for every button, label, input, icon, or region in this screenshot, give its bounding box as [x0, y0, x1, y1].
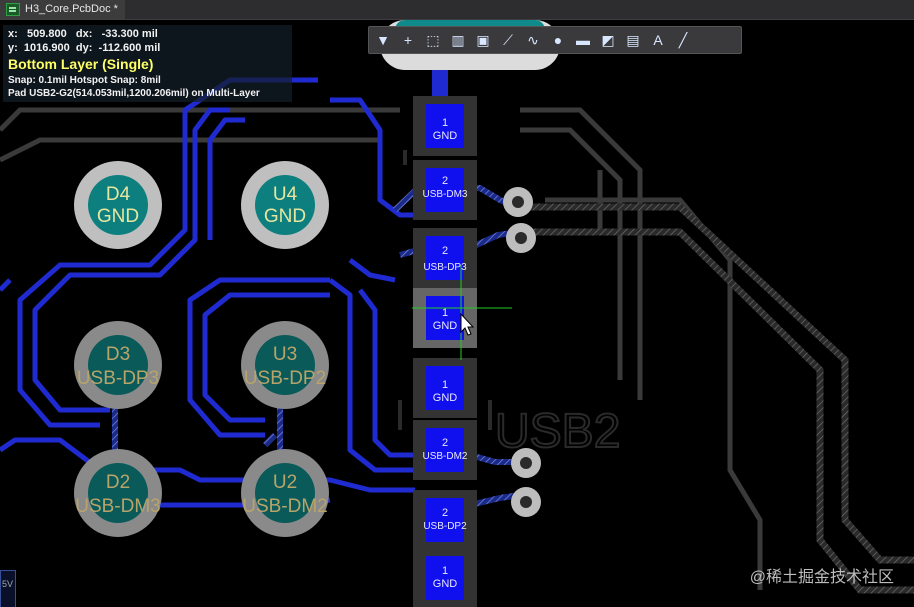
smd-pad-8: 1 GND	[413, 548, 477, 607]
chip-button[interactable]: ▣	[472, 29, 494, 51]
pad-u3: U3 USB-DP2	[241, 321, 329, 409]
align-button[interactable]: ▥	[447, 29, 469, 51]
via-button[interactable]: ●	[547, 29, 569, 51]
smd-pad-6-net: USB-DM2	[422, 451, 467, 462]
pad-d3-net: USB-DP3	[77, 368, 159, 389]
filter-button[interactable]: ▼	[372, 29, 394, 51]
chip-icon: ▣	[476, 31, 490, 48]
pad-d2-ref: D2	[106, 472, 130, 493]
smd-pad-4: 1 GND	[413, 288, 477, 348]
smd-pad-8-num: 1	[442, 565, 448, 577]
pad-d4-ref: D4	[106, 184, 131, 205]
dimension-button[interactable]: ▤	[622, 29, 644, 51]
smd-pad-2-net: USB-DM3	[422, 189, 467, 200]
document-tab[interactable]: H3_Core.PcbDoc *	[0, 0, 125, 19]
usb2-designator: USB2	[495, 405, 620, 458]
active-bar-toolbar: ▼ + ⬚ ▥ ▣ ⟋ ∿ ● ▬ ◩ ▤ A ╱	[368, 26, 742, 54]
select-rect-icon: ⬚	[426, 31, 440, 48]
smd-pad-6: 2 USB-DM2	[413, 420, 477, 480]
smd-pads[interactable]: 1 GND 2 USB-DM3 2 USB-DP3 1 GND 1 GND 2 …	[413, 96, 477, 607]
select-rect-button[interactable]: ⬚	[422, 29, 444, 51]
smd-pad-4-net: GND	[433, 320, 458, 332]
pad-d3: D3 USB-DP3	[74, 321, 162, 409]
cross-button[interactable]: +	[397, 29, 419, 51]
smd-pad-1: 1 GND	[413, 96, 477, 156]
pad-u2-ref: U2	[273, 472, 297, 493]
pad-d4: D4 GND	[74, 161, 162, 249]
smd-pad-2-num: 2	[442, 175, 448, 187]
pad-d2: D2 USB-DM3	[74, 449, 162, 537]
pcb-editor: H3_Core.PcbDoc * D4 GND U4 GND D3 USB-DP…	[0, 0, 914, 607]
watermark: @稀土掘金技术社区	[749, 569, 894, 586]
route-icon: ⟋	[503, 31, 513, 48]
corner-component: 5V	[0, 570, 16, 607]
fill-button[interactable]: ▬	[572, 29, 594, 51]
smd-pad-5: 1 GND	[413, 358, 477, 418]
filter-icon: ▼	[376, 32, 390, 48]
smd-pad-5-num: 1	[442, 379, 448, 391]
hud-layer: Bottom Layer (Single)	[8, 56, 154, 72]
heads-up-display: x: 509.800 dx: -33.300 mil y: 1016.900 d…	[3, 25, 292, 102]
smd-pad-5-net: GND	[433, 392, 458, 404]
vias[interactable]	[503, 187, 541, 517]
pad-u2: U2 USB-DM2	[241, 449, 329, 537]
text-button[interactable]: A	[647, 29, 669, 51]
pad-u3-ref: U3	[273, 344, 297, 365]
pad-u4: U4 GND	[241, 161, 329, 249]
diff-pair-icon: ∿	[527, 31, 539, 48]
pad-u3-net: USB-DP2	[244, 368, 326, 389]
polygon-button[interactable]: ◩	[597, 29, 619, 51]
smd-pad-1-num: 1	[442, 117, 448, 129]
pad-d2-net: USB-DM3	[75, 496, 161, 517]
polygon-icon: ◩	[601, 31, 615, 48]
smd-pad-7-num: 2	[442, 507, 448, 519]
text-icon: A	[653, 32, 663, 48]
tab-bar: H3_Core.PcbDoc *	[0, 0, 914, 20]
pad-d3-ref: D3	[106, 344, 130, 365]
hud-x-row: x: 509.800 dx: -33.300 mil	[8, 28, 158, 40]
smd-pad-4-num: 1	[442, 307, 448, 319]
via-icon: ●	[553, 32, 563, 48]
align-icon: ▥	[451, 31, 465, 48]
pcb-canvas[interactable]: D4 GND U4 GND D3 USB-DP3 U3 USB-DP2 D2 U…	[0, 20, 914, 607]
hud-pad-info: Pad USB2-G2(514.053mil,1200.206mil) on M…	[8, 88, 260, 99]
hud-snap: Snap: 0.1mil Hotspot Snap: 8mil	[8, 75, 161, 86]
smd-pad-1-net: GND	[433, 130, 458, 142]
smd-pad-7: 2 USB-DP2	[413, 490, 477, 550]
fill-icon: ▬	[576, 32, 590, 48]
smd-pad-2: 2 USB-DM3	[413, 160, 477, 220]
line-button[interactable]: ╱	[672, 29, 694, 51]
line-icon: ╱	[678, 31, 688, 48]
diff-pair-button[interactable]: ∿	[522, 29, 544, 51]
diff-pair-grey	[525, 203, 914, 594]
pad-u4-ref: U4	[273, 184, 298, 205]
document-tab-title: H3_Core.PcbDoc *	[25, 3, 118, 15]
smd-pad-7-net: USB-DP2	[423, 521, 467, 532]
pcb-doc-icon	[6, 3, 20, 16]
cross-icon: +	[403, 32, 413, 48]
smd-pad-3-num: 2	[442, 245, 448, 257]
hud-y-row: y: 1016.900 dy: -112.600 mil	[8, 42, 161, 54]
pad-u4-net: GND	[264, 206, 306, 227]
smd-pad-8-net: GND	[433, 578, 458, 590]
blue-traces	[0, 65, 448, 508]
smd-pad-6-num: 2	[442, 437, 448, 449]
smd-pad-3: 2 USB-DP3	[413, 228, 477, 288]
dimension-icon: ▤	[626, 31, 640, 48]
pad-d4-net: GND	[97, 206, 139, 227]
route-button[interactable]: ⟋	[497, 29, 519, 51]
pad-u2-net: USB-DM2	[242, 496, 328, 517]
